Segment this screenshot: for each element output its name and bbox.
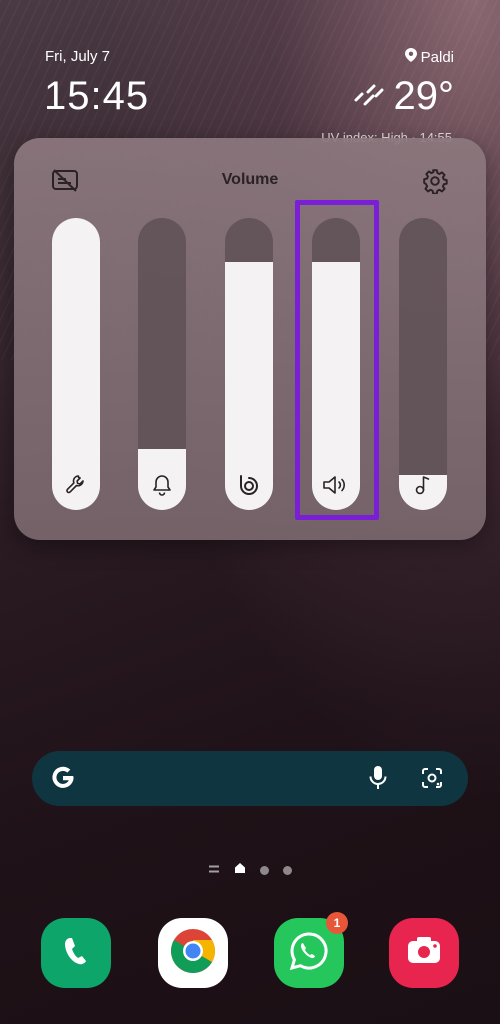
rain-icon <box>352 82 386 111</box>
home-page-icon <box>234 861 246 879</box>
whatsapp-icon <box>287 929 331 978</box>
lens-icon[interactable] <box>418 764 446 792</box>
wrench-icon <box>52 470 100 500</box>
phone-app[interactable] <box>41 918 111 988</box>
bell-icon <box>138 470 186 500</box>
page-dot <box>260 865 269 875</box>
date-text: Fri, July 7 <box>45 48 111 65</box>
location[interactable]: Paldi <box>404 48 454 66</box>
ringtone-volume-slider[interactable] <box>138 218 186 510</box>
weather-widget[interactable]: 29° <box>352 74 455 119</box>
google-search-bar[interactable] <box>32 751 468 806</box>
temperature: 29° <box>393 74 455 118</box>
location-pin-icon <box>404 48 417 66</box>
volume-title: Volume <box>221 171 279 188</box>
camera-app[interactable] <box>389 918 459 988</box>
music-note-icon <box>399 470 447 500</box>
whatsapp-app[interactable]: 1 <box>274 912 348 988</box>
music-volume-slider[interactable] <box>399 218 447 510</box>
bixby-volume-slider[interactable] <box>225 218 273 510</box>
volume-panel: Volume <box>14 138 486 540</box>
gear-icon[interactable] <box>420 166 450 196</box>
location-label: Paldi <box>420 48 454 66</box>
system-volume-slider[interactable] <box>52 218 100 510</box>
bixby-icon <box>225 470 273 500</box>
clock[interactable]: 15:45 <box>44 74 149 119</box>
mic-icon[interactable] <box>364 764 392 792</box>
phone-icon <box>59 934 93 973</box>
camera-icon <box>404 934 444 973</box>
discover-page-icon <box>208 861 220 879</box>
notification-badge: 1 <box>326 912 348 934</box>
google-logo-icon <box>46 761 80 795</box>
slider-fill <box>52 218 100 510</box>
page-indicator[interactable] <box>0 862 500 878</box>
media-slider-highlight <box>295 200 379 520</box>
chrome-app[interactable] <box>158 918 228 988</box>
chrome-icon <box>169 927 217 980</box>
page-dot <box>283 865 292 875</box>
